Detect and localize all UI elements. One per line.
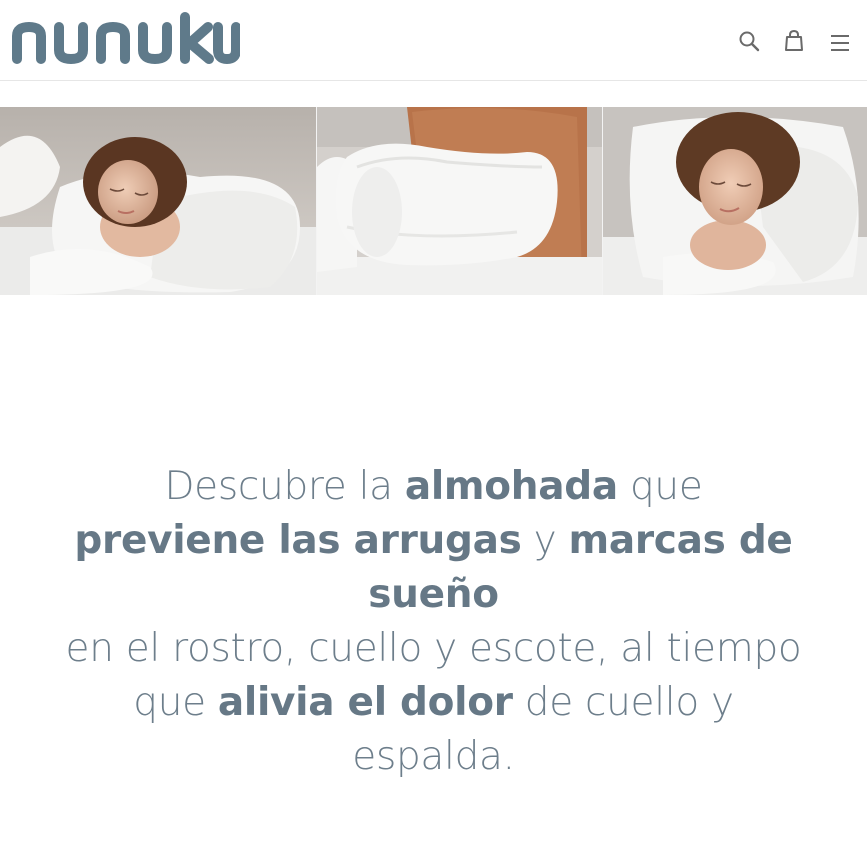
- intro-text: y: [521, 518, 569, 563]
- intro-text: que: [133, 680, 218, 725]
- intro-text: Descubre la: [164, 464, 405, 509]
- cart-icon[interactable]: [781, 28, 807, 54]
- intro-text: en el rostro, cuello y escote, al tiempo: [65, 626, 802, 671]
- intro-highlight: previene las arrugas: [74, 518, 522, 563]
- intro-line-4: en el rostro, cuello y escote, al tiempo: [30, 622, 837, 676]
- intro-line-1: Descubre la almohada que: [30, 460, 837, 514]
- hero-image-strip: [0, 107, 867, 295]
- intro-highlight: almohada: [404, 464, 618, 509]
- intro-highlight: sueño: [368, 572, 499, 617]
- intro-text: que: [617, 464, 703, 509]
- hamburger-menu-icon[interactable]: [827, 28, 853, 54]
- intro-highlight: marcas de: [568, 518, 793, 563]
- intro-line-3: sueño: [30, 568, 837, 622]
- intro-line-6: espalda.: [30, 730, 837, 784]
- photo-woman-sleeping-on-pillow: [0, 107, 316, 295]
- intro-text: espalda.: [352, 734, 515, 779]
- site-header: nunuku: [0, 0, 867, 81]
- photo-woman-resting-on-pillow: [602, 107, 867, 295]
- intro-line-2: previene las arrugas y marcas de: [30, 514, 837, 568]
- photo-white-contour-pillow-on-bed: [315, 107, 603, 295]
- nunuku-logo-mark: [12, 12, 240, 65]
- intro-headline: Descubre la almohada que previene las ar…: [30, 460, 837, 784]
- intro-line-5: que alivia el dolor de cuello y: [30, 676, 837, 730]
- intro-highlight: alivia el dolor: [217, 680, 513, 725]
- search-icon[interactable]: [736, 28, 762, 54]
- brand-logo[interactable]: nunuku: [10, 6, 240, 70]
- intro-text: de cuello y: [512, 680, 734, 725]
